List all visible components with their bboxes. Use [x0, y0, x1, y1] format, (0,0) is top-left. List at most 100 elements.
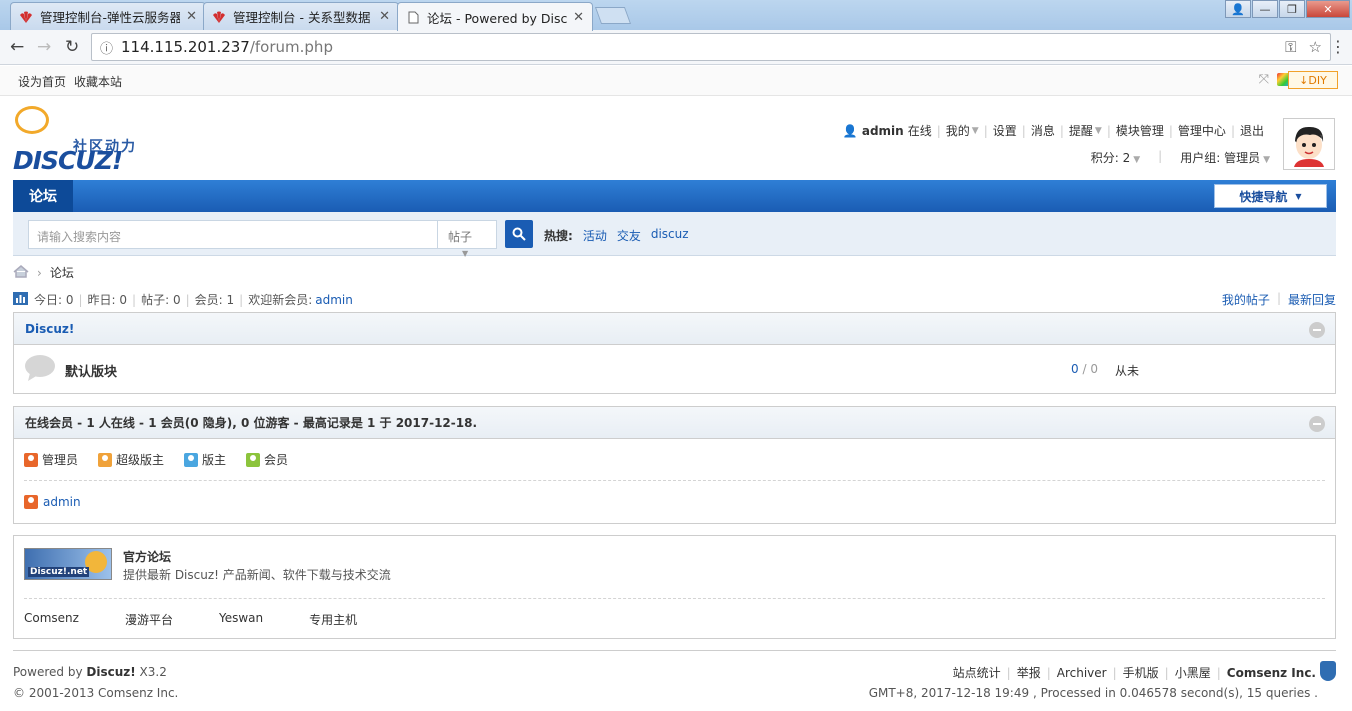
divider: | — [1158, 149, 1163, 163]
logo-wordmark: DISCUZ! — [13, 146, 123, 175]
bookmark-link[interactable]: 收藏本站 — [74, 73, 122, 90]
stat-yesterday: 昨日: 0 — [87, 293, 128, 307]
friend-link[interactable]: 漫游平台 — [125, 611, 173, 628]
module-manage-link[interactable]: 模块管理 — [1116, 122, 1164, 139]
official-forum-link[interactable]: 官方论坛 — [123, 548, 171, 565]
discuz-banner[interactable]: Discuz!.net — [24, 548, 112, 580]
latest-reply-link[interactable]: 最新回复 — [1288, 291, 1336, 308]
info-icon[interactable]: ⓘ — [100, 38, 113, 57]
hot-link[interactable]: 活动 — [583, 227, 607, 244]
online-status: 在线 — [907, 124, 932, 138]
back-icon[interactable]: ← — [10, 37, 24, 57]
username-link[interactable]: admin — [862, 124, 904, 138]
set-home-link[interactable]: 设为首页 — [18, 73, 66, 90]
welcome-text: 欢迎新会员: — [248, 293, 313, 307]
footer-link[interactable]: 手机版 — [1123, 664, 1159, 681]
site-header: 社区动力 DISCUZ! 👤 admin 在线 | 我的 ▼ | 设置 | 消息 … — [0, 96, 1352, 180]
close-icon[interactable]: ✕ — [379, 9, 390, 24]
friend-link[interactable]: 专用主机 — [309, 611, 357, 628]
admin-center-link[interactable]: 管理中心 — [1178, 122, 1226, 139]
online-user-link[interactable]: admin — [43, 495, 81, 509]
footer-link[interactable]: 举报 — [1017, 664, 1041, 681]
points-menu[interactable]: 积分: 2 ▼ — [1091, 149, 1140, 166]
search-button[interactable] — [505, 220, 533, 248]
collapse-icon[interactable] — [1309, 322, 1325, 338]
footer-link[interactable]: 小黑屋 — [1175, 664, 1211, 681]
search-type-select[interactable]: 帖子▼ — [437, 220, 497, 258]
security-shield-icon[interactable] — [1320, 661, 1336, 681]
powered-by: Powered by Discuz! X3.2 — [13, 665, 167, 679]
fullscreen-icon[interactable]: ⤧ — [1259, 72, 1269, 87]
huawei-icon — [19, 10, 33, 24]
caret-icon: ▼ — [1263, 155, 1270, 165]
maximize-icon[interactable]: ❐ — [1279, 0, 1305, 18]
online-users: admin — [14, 481, 1335, 523]
footer-link[interactable]: 站点统计 — [953, 664, 1001, 681]
usergroup-menu[interactable]: 用户组: 管理员 ▼ — [1180, 149, 1270, 166]
minimize-icon[interactable]: — — [1252, 0, 1278, 18]
quick-nav-button[interactable]: 快捷导航 ▼ — [1214, 184, 1327, 208]
friend-links: Comsenz 漫游平台 Yeswan 专用主机 — [14, 599, 1335, 640]
reload-icon[interactable]: ↻ — [65, 37, 79, 57]
url-path: /forum.php — [249, 38, 333, 56]
footer-link[interactable]: Archiver — [1057, 666, 1107, 680]
mine-link[interactable]: 我的 — [946, 122, 970, 139]
hot-link[interactable]: discuz — [651, 227, 689, 244]
friend-link[interactable]: Yeswan — [219, 611, 263, 628]
breadcrumb-current: 论坛 — [49, 266, 74, 280]
tab-console-ecs[interactable]: 管理控制台-弹性云服务器 ✕ — [10, 2, 206, 30]
newest-member-link[interactable]: admin — [315, 293, 353, 307]
huawei-icon — [212, 10, 226, 24]
settings-link[interactable]: 设置 — [993, 122, 1017, 139]
search-input[interactable]: 请输入搜索内容 — [28, 220, 438, 249]
close-icon[interactable]: ✕ — [573, 10, 584, 25]
nav-item-forum[interactable]: 论坛 — [13, 180, 73, 212]
legend-super-mod: 超级版主 — [116, 453, 165, 467]
menu-icon[interactable]: ⋮ — [1330, 37, 1346, 56]
forum-counts: 0 / 0 — [1071, 362, 1098, 376]
company-link[interactable]: Comsenz Inc. — [1227, 666, 1316, 680]
forum-name-link[interactable]: 默认版块 — [65, 361, 117, 380]
site-logo[interactable]: 社区动力 DISCUZ! — [13, 106, 153, 175]
discuz-link[interactable]: Discuz! — [86, 665, 135, 679]
key-icon[interactable]: ⚿ — [1285, 38, 1296, 56]
user-menu: 👤 admin 在线 | 我的 ▼ | 设置 | 消息 | 提醒 ▼ | 模块管理 … — [842, 122, 1264, 139]
site-footer: Powered by Discuz! X3.2 © 2001-2013 Coms… — [13, 650, 1336, 700]
online-legend: 管理员 超级版主 版主 会员 — [14, 439, 1335, 480]
search-bar: 请输入搜索内容 帖子▼ 热搜: 活动 交友 discuz — [13, 212, 1336, 258]
friend-link[interactable]: Comsenz — [24, 611, 79, 628]
user-icon[interactable]: 👤 — [1225, 0, 1251, 18]
remind-link[interactable]: 提醒 — [1069, 122, 1093, 139]
star-icon[interactable]: ☆ — [1309, 38, 1322, 56]
forward-icon[interactable]: → — [37, 37, 51, 57]
address-bar[interactable]: ⓘ 114.115.201.237/forum.php ⚿ ☆ — [91, 33, 1331, 61]
user-icon: 👤 — [842, 123, 858, 138]
diy-button[interactable]: ↓ DIY — [1288, 71, 1338, 89]
collapse-icon[interactable] — [1309, 416, 1325, 432]
caret-icon: ▼ — [1133, 155, 1141, 165]
tab-forum[interactable]: 论坛 - Powered by Disc ✕ — [397, 2, 593, 31]
home-icon[interactable] — [13, 264, 29, 281]
legend-mod: 版主 — [202, 453, 227, 467]
legend-member: 会员 — [264, 453, 289, 467]
tab-console-rds[interactable]: 管理控制台 - 关系型数据 ✕ — [203, 2, 399, 30]
logout-link[interactable]: 退出 — [1240, 122, 1264, 139]
url-host: 114.115.201.237 — [121, 38, 250, 56]
hot-label: 热搜: — [544, 229, 573, 243]
avatar[interactable] — [1283, 118, 1335, 170]
stats-links: 我的帖子 | 最新回复 — [1221, 291, 1336, 308]
my-posts-link[interactable]: 我的帖子 — [1222, 291, 1270, 308]
close-window-icon[interactable]: ✕ — [1306, 0, 1350, 18]
close-icon[interactable]: ✕ — [186, 9, 197, 24]
caret-icon: ▼ — [1094, 125, 1102, 136]
new-tab-button[interactable] — [594, 7, 632, 24]
browser-toolbar: ← → ↻ ⓘ 114.115.201.237/forum.php ⚿ ☆ ⋮ — [0, 30, 1352, 65]
search-icon — [512, 227, 526, 241]
logo-bubble-icon — [15, 106, 49, 134]
category-title[interactable]: Discuz! — [25, 322, 74, 336]
online-title: 在线会员 - 1 人在线 - 1 会员(0 隐身), 0 位游客 - 最高记录是… — [25, 416, 478, 430]
messages-link[interactable]: 消息 — [1031, 122, 1055, 139]
online-box: 在线会员 - 1 人在线 - 1 会员(0 隐身), 0 位游客 - 最高记录是… — [13, 406, 1336, 524]
hot-link[interactable]: 交友 — [617, 227, 641, 244]
chevron-right-icon: › — [37, 265, 42, 280]
